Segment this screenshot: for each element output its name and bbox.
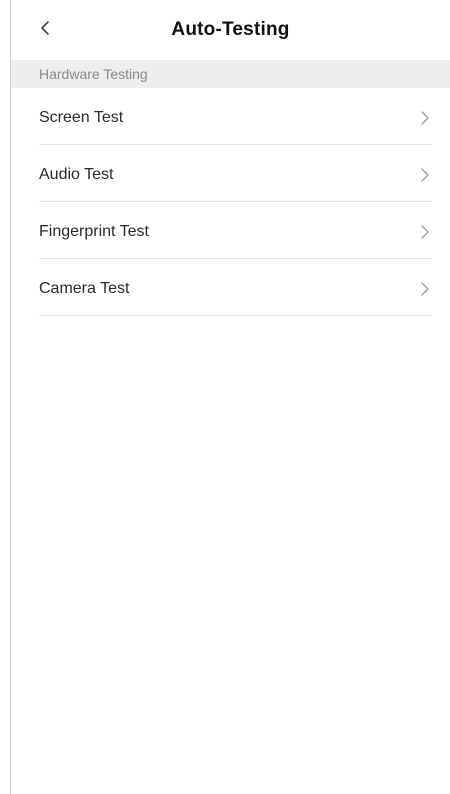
chevron-right-icon bbox=[418, 223, 432, 241]
list-item-label: Camera Test bbox=[39, 280, 130, 297]
page-title: Auto-Testing bbox=[171, 19, 290, 40]
list-item-camera-test[interactable]: Camera Test bbox=[11, 259, 450, 316]
chevron-right-icon bbox=[418, 166, 432, 184]
chevron-right-icon bbox=[418, 280, 432, 298]
section-label: Hardware Testing bbox=[39, 66, 148, 82]
list-item-screen-test[interactable]: Screen Test bbox=[11, 88, 450, 145]
list-item-label: Audio Test bbox=[39, 166, 114, 183]
list-item-fingerprint-test[interactable]: Fingerprint Test bbox=[11, 202, 450, 259]
chevron-right-icon bbox=[418, 109, 432, 127]
app-screen: Auto-Testing Hardware Testing Screen Tes… bbox=[10, 0, 450, 794]
list-item-label: Fingerprint Test bbox=[39, 223, 149, 240]
list-item-audio-test[interactable]: Audio Test bbox=[11, 145, 450, 202]
top-app-bar: Auto-Testing bbox=[11, 0, 450, 60]
list-item-label: Screen Test bbox=[39, 109, 124, 126]
test-list: Screen Test Audio Test Fingerprint Test bbox=[11, 88, 450, 316]
section-header: Hardware Testing bbox=[11, 60, 450, 88]
